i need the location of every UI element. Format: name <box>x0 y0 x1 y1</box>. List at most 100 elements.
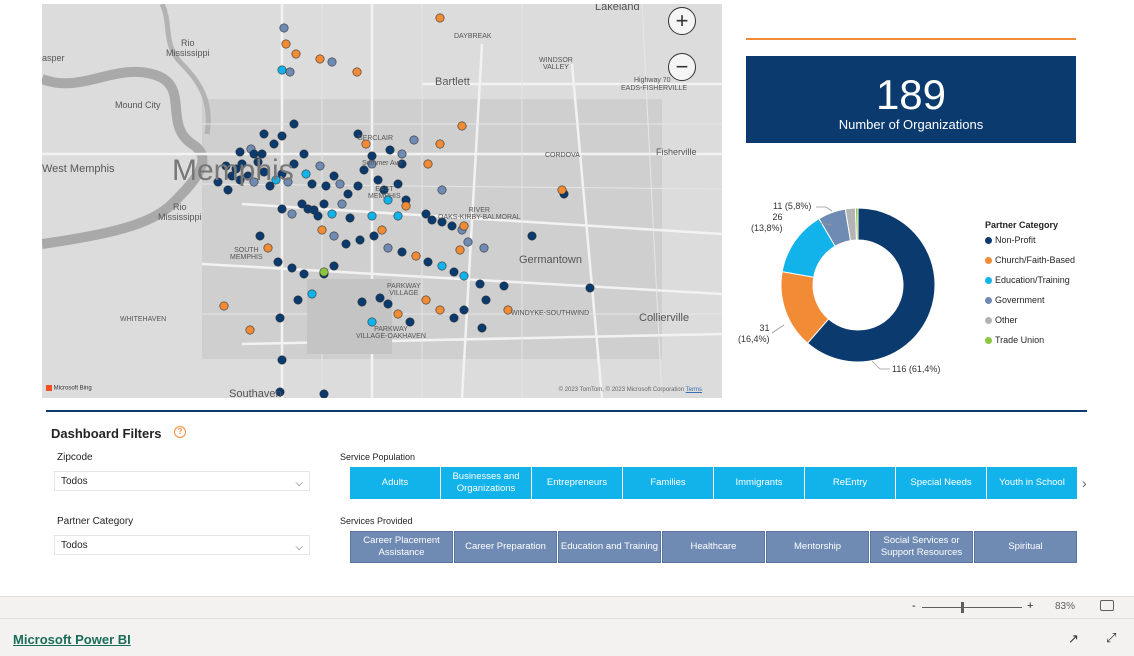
organization-point[interactable] <box>291 49 301 59</box>
slicer-tile[interactable]: Families <box>623 467 713 499</box>
organization-point[interactable] <box>499 281 509 291</box>
organization-point[interactable] <box>321 181 331 191</box>
organization-point[interactable] <box>383 243 393 253</box>
organization-point[interactable] <box>367 317 377 327</box>
organization-point[interactable] <box>327 209 337 219</box>
organization-point[interactable] <box>299 149 309 159</box>
slicer-tile[interactable]: Spiritual <box>974 531 1077 563</box>
organization-point[interactable] <box>477 323 487 333</box>
organization-point[interactable] <box>459 221 469 231</box>
slicer-tile[interactable]: Youth in School <box>987 467 1077 499</box>
legend-item[interactable]: Other <box>985 315 1075 335</box>
organization-point[interactable] <box>341 239 351 249</box>
organization-point[interactable] <box>345 213 355 223</box>
zipcode-dropdown[interactable]: Todos ⌵ <box>54 471 310 491</box>
map-zoom-in-button[interactable]: + <box>668 7 696 35</box>
organization-point[interactable] <box>255 231 265 241</box>
organization-point[interactable] <box>275 313 285 323</box>
organization-point[interactable] <box>287 263 297 273</box>
organization-point[interactable] <box>277 65 287 75</box>
organization-point[interactable] <box>397 149 407 159</box>
organization-point[interactable] <box>393 309 403 319</box>
organization-point[interactable] <box>409 135 419 145</box>
organization-point[interactable] <box>329 171 339 181</box>
fullscreen-icon[interactable]: ⤢ <box>1106 630 1116 646</box>
organization-point[interactable] <box>281 39 291 49</box>
organization-point[interactable] <box>317 225 327 235</box>
slicer-tile[interactable]: Adults <box>350 467 440 499</box>
organization-point[interactable] <box>319 267 329 277</box>
zoom-out-button[interactable]: - <box>912 600 916 612</box>
organization-point[interactable] <box>459 271 469 281</box>
legend-item[interactable]: Trade Union <box>985 335 1075 355</box>
organization-point[interactable] <box>435 139 445 149</box>
organizations-map[interactable]: + − Lakeland Rio Mississippi asper Mound… <box>42 4 722 398</box>
map-zoom-out-button[interactable]: − <box>668 53 696 81</box>
organization-point[interactable] <box>397 247 407 257</box>
zoom-in-button[interactable]: + <box>1027 600 1033 612</box>
organization-point[interactable] <box>405 317 415 327</box>
organization-point[interactable] <box>449 313 459 323</box>
organization-point[interactable] <box>293 295 303 305</box>
slicer-tile[interactable]: Mentorship <box>766 531 869 563</box>
organization-point[interactable] <box>455 245 465 255</box>
organization-point[interactable] <box>385 145 395 155</box>
slicer-tile[interactable]: Entrepreneurs <box>532 467 622 499</box>
organization-point[interactable] <box>357 297 367 307</box>
organization-point[interactable] <box>303 204 313 214</box>
kpi-card[interactable]: 189 Number of Organizations <box>746 56 1076 143</box>
organization-point[interactable] <box>463 237 473 247</box>
organization-point[interactable] <box>401 201 411 211</box>
slicer-tile[interactable]: Education and Training <box>558 531 661 563</box>
organization-point[interactable] <box>367 211 377 221</box>
organization-point[interactable] <box>245 325 255 335</box>
terms-link[interactable]: Terms <box>686 387 702 393</box>
legend-item[interactable]: Church/Faith-Based <box>985 255 1075 275</box>
organization-point[interactable] <box>375 293 385 303</box>
organization-point[interactable] <box>377 225 387 235</box>
slicer-tile[interactable]: Career Placement Assistance <box>350 531 453 563</box>
organization-point[interactable] <box>343 189 353 199</box>
zoom-slider-track[interactable] <box>922 607 1022 608</box>
organization-point[interactable] <box>527 231 537 241</box>
organization-point[interactable] <box>367 151 377 161</box>
organization-point[interactable] <box>437 185 447 195</box>
chevron-right-icon[interactable]: › <box>1082 475 1087 491</box>
organization-point[interactable] <box>263 243 273 253</box>
organization-point[interactable] <box>459 305 469 315</box>
organization-point[interactable] <box>352 67 362 77</box>
organization-point[interactable] <box>479 243 489 253</box>
organization-point[interactable] <box>585 283 595 293</box>
organization-point[interactable] <box>277 131 287 141</box>
power-bi-link[interactable]: Microsoft Power BI <box>13 632 131 647</box>
organization-point[interactable] <box>269 139 279 149</box>
organization-point[interactable] <box>289 119 299 129</box>
legend-item[interactable]: Government <box>985 295 1075 315</box>
organization-point[interactable] <box>457 121 467 131</box>
organization-point[interactable] <box>421 295 431 305</box>
organization-point[interactable] <box>277 204 287 214</box>
organization-point[interactable] <box>353 181 363 191</box>
legend-item[interactable]: Non-Profit <box>985 235 1075 255</box>
organization-point[interactable] <box>383 299 393 309</box>
slicer-tile[interactable]: Social Services or Support Resources <box>870 531 973 563</box>
share-icon[interactable]: ↗ <box>1068 631 1079 647</box>
organization-point[interactable] <box>277 355 287 365</box>
organization-point[interactable] <box>329 261 339 271</box>
organization-point[interactable] <box>475 279 485 289</box>
organization-point[interactable] <box>313 211 323 221</box>
organization-point[interactable] <box>355 235 365 245</box>
organization-point[interactable] <box>273 257 283 267</box>
slicer-tile[interactable]: Businesses and Organizations <box>441 467 531 499</box>
organization-point[interactable] <box>285 67 295 77</box>
organization-point[interactable] <box>307 179 317 189</box>
organization-point[interactable] <box>423 257 433 267</box>
organization-point[interactable] <box>307 289 317 299</box>
organization-point[interactable] <box>327 57 337 67</box>
slicer-tile[interactable]: Special Needs <box>896 467 986 499</box>
organization-point[interactable] <box>279 23 289 33</box>
legend-item[interactable]: Education/Training <box>985 275 1075 295</box>
organization-point[interactable] <box>301 169 311 179</box>
organization-point[interactable] <box>319 389 329 398</box>
organization-point[interactable] <box>411 251 421 261</box>
